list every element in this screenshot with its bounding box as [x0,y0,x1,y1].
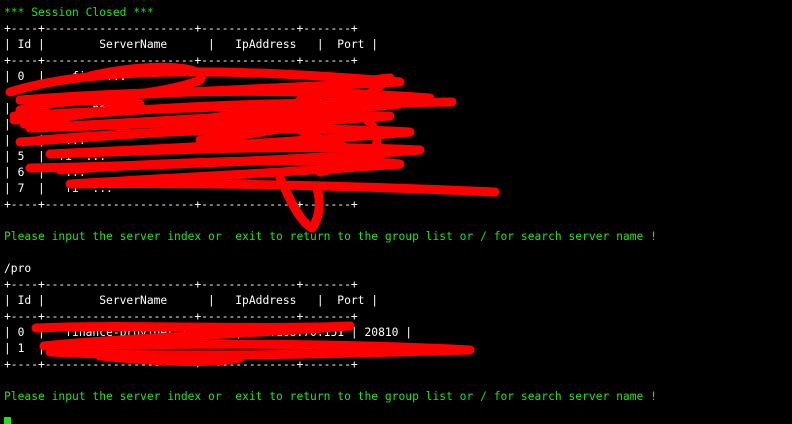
table2-header-row: | Id | ServerName | IpAddress | Port | [4,294,379,307]
table1-row: | | ...nance-ser ... [4,102,188,115]
table2-row: | 0 | finance-provider-70-151 | 192.168.… [4,326,413,339]
table1-header-border: +----+----------------------+-----------… [4,54,358,67]
table1-row: | 0 | fi ... [4,70,154,83]
table1-row: | 6 | ... [4,166,86,179]
prompt-message: Please input the server index or exit to… [4,390,657,403]
session-closed-message: *** Session Closed *** [4,6,154,19]
table1-row: | 5 | fi ... [4,150,107,163]
table1-bottom-border: +----+----------------------+-----------… [4,198,358,211]
table2-row: | 1 | ... | [4,342,379,355]
terminal-window[interactable]: *** Session Closed *** +----+-----------… [0,0,792,424]
prompt-message: Please input the server index or exit to… [4,230,657,243]
table1-row: | | ... [4,118,86,131]
table2-header-border: +----+----------------------+-----------… [4,310,358,323]
table2-top-border: +----+----------------------+-----------… [4,278,358,291]
table1-top-border: +----+----------------------+-----------… [4,22,358,35]
user-input-line: /pro [4,262,32,275]
table1-row: | | ... [4,134,86,147]
terminal-cursor [4,417,11,424]
table1-row: | 7 | fi ... [4,182,113,195]
table2-bottom-border: +----+----------------------+-----------… [4,358,358,371]
table1-header-row: | Id | ServerName | IpAddress | Port | [4,38,379,51]
